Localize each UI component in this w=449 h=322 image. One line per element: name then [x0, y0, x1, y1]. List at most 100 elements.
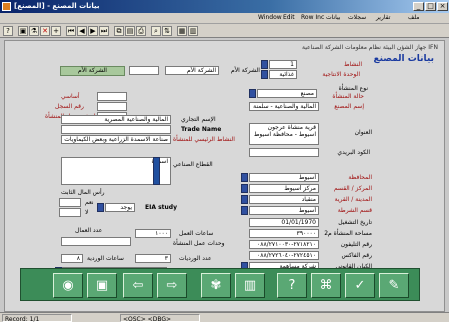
center-label: المركز / القسم [333, 185, 372, 192]
sector-dropdown-icon[interactable] [241, 206, 248, 215]
eia-number-field[interactable] [97, 92, 127, 101]
company-type-label: نوع المنشأة [338, 85, 368, 92]
find-icon[interactable]: ⌕ [151, 26, 161, 36]
edit-icon[interactable]: ✎ [379, 273, 409, 298]
status-bar: Record: 1/1 <OSC> <DBG> [0, 312, 449, 322]
company-type-field[interactable]: مصنع [257, 89, 317, 98]
first-record-icon[interactable]: ⏮ [66, 26, 76, 36]
toolbar: ? ▣ ⚗ ✕ + ⏮ ◀ ▶ ⏭ ⧉ ▤ ⎙ ⌕ ⇅ ▦ ▥ [0, 24, 449, 38]
navigation-bar: ◉ ▣ ⇦ ⇨ ✾ ▥ ? ⌘ ✓ ✎ [20, 268, 420, 301]
menu-reports[interactable]: تقارير [376, 14, 390, 21]
close-button[interactable]: × [437, 2, 448, 11]
last-record-icon[interactable]: ⏭ [99, 26, 109, 36]
print-icon[interactable]: ▣ [87, 273, 117, 298]
center-field[interactable]: مركز أسيوط [249, 184, 319, 193]
window-title: بيانات المصنع - [المصنع] [14, 2, 100, 10]
activity-detail-field[interactable]: صناعة الاسمدة الزراعية وبعض الكيماويات [61, 135, 171, 144]
area-label: مساحة المنشأة م2 [324, 230, 372, 237]
industrial-sector-scroll-icon[interactable] [153, 157, 160, 185]
phone-label: رقم التليفون [340, 241, 372, 248]
shifts-label: عدد الورديات [179, 255, 212, 262]
delete-icon[interactable]: ✕ [40, 26, 50, 36]
activity-label: النشاط [343, 61, 362, 68]
activity-code-label: أساسي [61, 93, 80, 100]
address-field[interactable]: قرية منشاة عرجون اسيوط - محافظة اسيوط [249, 123, 319, 145]
next-icon[interactable]: ⇨ [157, 273, 187, 298]
eia-select-field[interactable]: يوجد [105, 203, 135, 212]
city-dropdown-icon[interactable] [241, 195, 248, 204]
operation-date-label: تاريخ التشغيل [338, 219, 372, 226]
add-icon[interactable]: + [51, 26, 61, 36]
next-record-icon[interactable]: ▶ [88, 26, 98, 36]
help-icon[interactable]: ? [3, 26, 13, 36]
record-indicator: Record: 1/1 [2, 314, 72, 322]
query-icon[interactable]: ▦ [177, 26, 187, 36]
sector-field[interactable]: أسيوط [249, 206, 319, 215]
menu-file[interactable]: ملف [408, 14, 419, 21]
help-icon[interactable]: ? [277, 273, 307, 298]
save-icon[interactable]: ▣ [18, 26, 28, 36]
unit-dropdown-icon[interactable] [261, 60, 268, 69]
fax-label: رقم الفاكس [341, 252, 372, 259]
foundation-field[interactable]: غذائية [269, 70, 297, 79]
no-field[interactable] [59, 208, 81, 217]
company-label: الشركة الأم [231, 67, 260, 74]
prev-record-icon[interactable]: ◀ [77, 26, 87, 36]
reg-number-field[interactable] [97, 102, 127, 111]
center-dropdown-icon[interactable] [241, 184, 248, 193]
mode-indicator: <OSC> <DBG> [120, 314, 200, 322]
sort-icon[interactable]: ⇅ [162, 26, 172, 36]
minimize-button[interactable]: _ [413, 2, 424, 11]
activity-detail-label: النشاط الرئيسي للمنشأة [173, 136, 235, 143]
app-icon[interactable] [2, 2, 11, 11]
fixed-capital-label: رأس المال الثابت [61, 189, 105, 196]
postal-code-label: الكود البريدي [337, 149, 370, 156]
operation-date-field[interactable]: 01/01/1970 [249, 218, 319, 227]
shift-hours-field[interactable]: ٨ [61, 254, 83, 263]
paste-icon[interactable]: ▤ [125, 26, 135, 36]
prev-icon[interactable]: ⇦ [123, 273, 153, 298]
globe-icon[interactable]: ◉ [53, 273, 83, 298]
maximize-button[interactable]: □ [425, 2, 436, 11]
factory-name-label: إسم المصنع [334, 103, 364, 110]
yes-field[interactable] [59, 198, 81, 207]
area-field[interactable]: ٣٩٠٠٠٠ [249, 229, 319, 238]
commercial-name-field[interactable]: المالية والصناعية المصرية [61, 115, 171, 124]
shifts-field[interactable]: ٣ [135, 254, 171, 263]
print-icon[interactable]: ⎙ [136, 26, 146, 36]
governorate-field[interactable]: أسيوط [249, 173, 319, 182]
menu-window[interactable]: Window [258, 14, 282, 21]
menu-records[interactable]: سجلات [348, 14, 366, 21]
industrial-sector-label: القطاع الصناعي [173, 161, 213, 168]
eia-dropdown-icon[interactable] [97, 203, 104, 212]
menu-data[interactable]: بيانات [326, 14, 340, 21]
company-field[interactable]: الشركة الأم [165, 66, 219, 75]
company-code-field[interactable] [129, 66, 159, 75]
exit-icon[interactable]: ▥ [188, 26, 198, 36]
factory-name-field[interactable]: المالية والصناعية - سلمنة [249, 102, 319, 111]
working-hours-label: ساعات العمل [179, 230, 214, 237]
trade-name-field[interactable] [61, 125, 171, 134]
production-units-field[interactable] [61, 237, 131, 246]
foundation-dropdown-icon[interactable] [261, 70, 268, 79]
city-field[interactable]: منقباد [249, 195, 319, 204]
fax-field[interactable]: ٢٧٢٤٥١٠-٠٨٨/٢٧٢٦٠٤٠ [249, 251, 319, 260]
reg-number-label: رقم السجل [55, 103, 84, 110]
list-icon[interactable]: ▥ [235, 273, 265, 298]
menu-row[interactable]: Row Inc [301, 14, 324, 21]
postal-code-field[interactable] [249, 148, 319, 157]
tree-icon[interactable]: ✾ [201, 273, 231, 298]
workers-count-field[interactable]: ١٠٠٠ [135, 229, 171, 238]
check-icon[interactable]: ✓ [345, 273, 375, 298]
foundation-type-label: الوحدة الانتاجية [322, 71, 360, 78]
filter-icon[interactable]: ⚗ [29, 26, 39, 36]
trade-name-label: Trade Name [181, 126, 222, 133]
copy-icon[interactable]: ⧉ [114, 26, 124, 36]
cut-icon[interactable]: ⌘ [311, 273, 341, 298]
governorate-dropdown-icon[interactable] [241, 173, 248, 182]
company-type-dropdown-icon[interactable] [249, 89, 256, 98]
menu-edit[interactable]: Edit [283, 14, 295, 21]
unit-field[interactable]: 1 [269, 60, 297, 69]
address-label: العنوان [354, 129, 372, 136]
phone-field[interactable]: ٢٧١٨٢١٠-٠٨٨/٢٧١٠٠٣٠ [249, 240, 319, 249]
